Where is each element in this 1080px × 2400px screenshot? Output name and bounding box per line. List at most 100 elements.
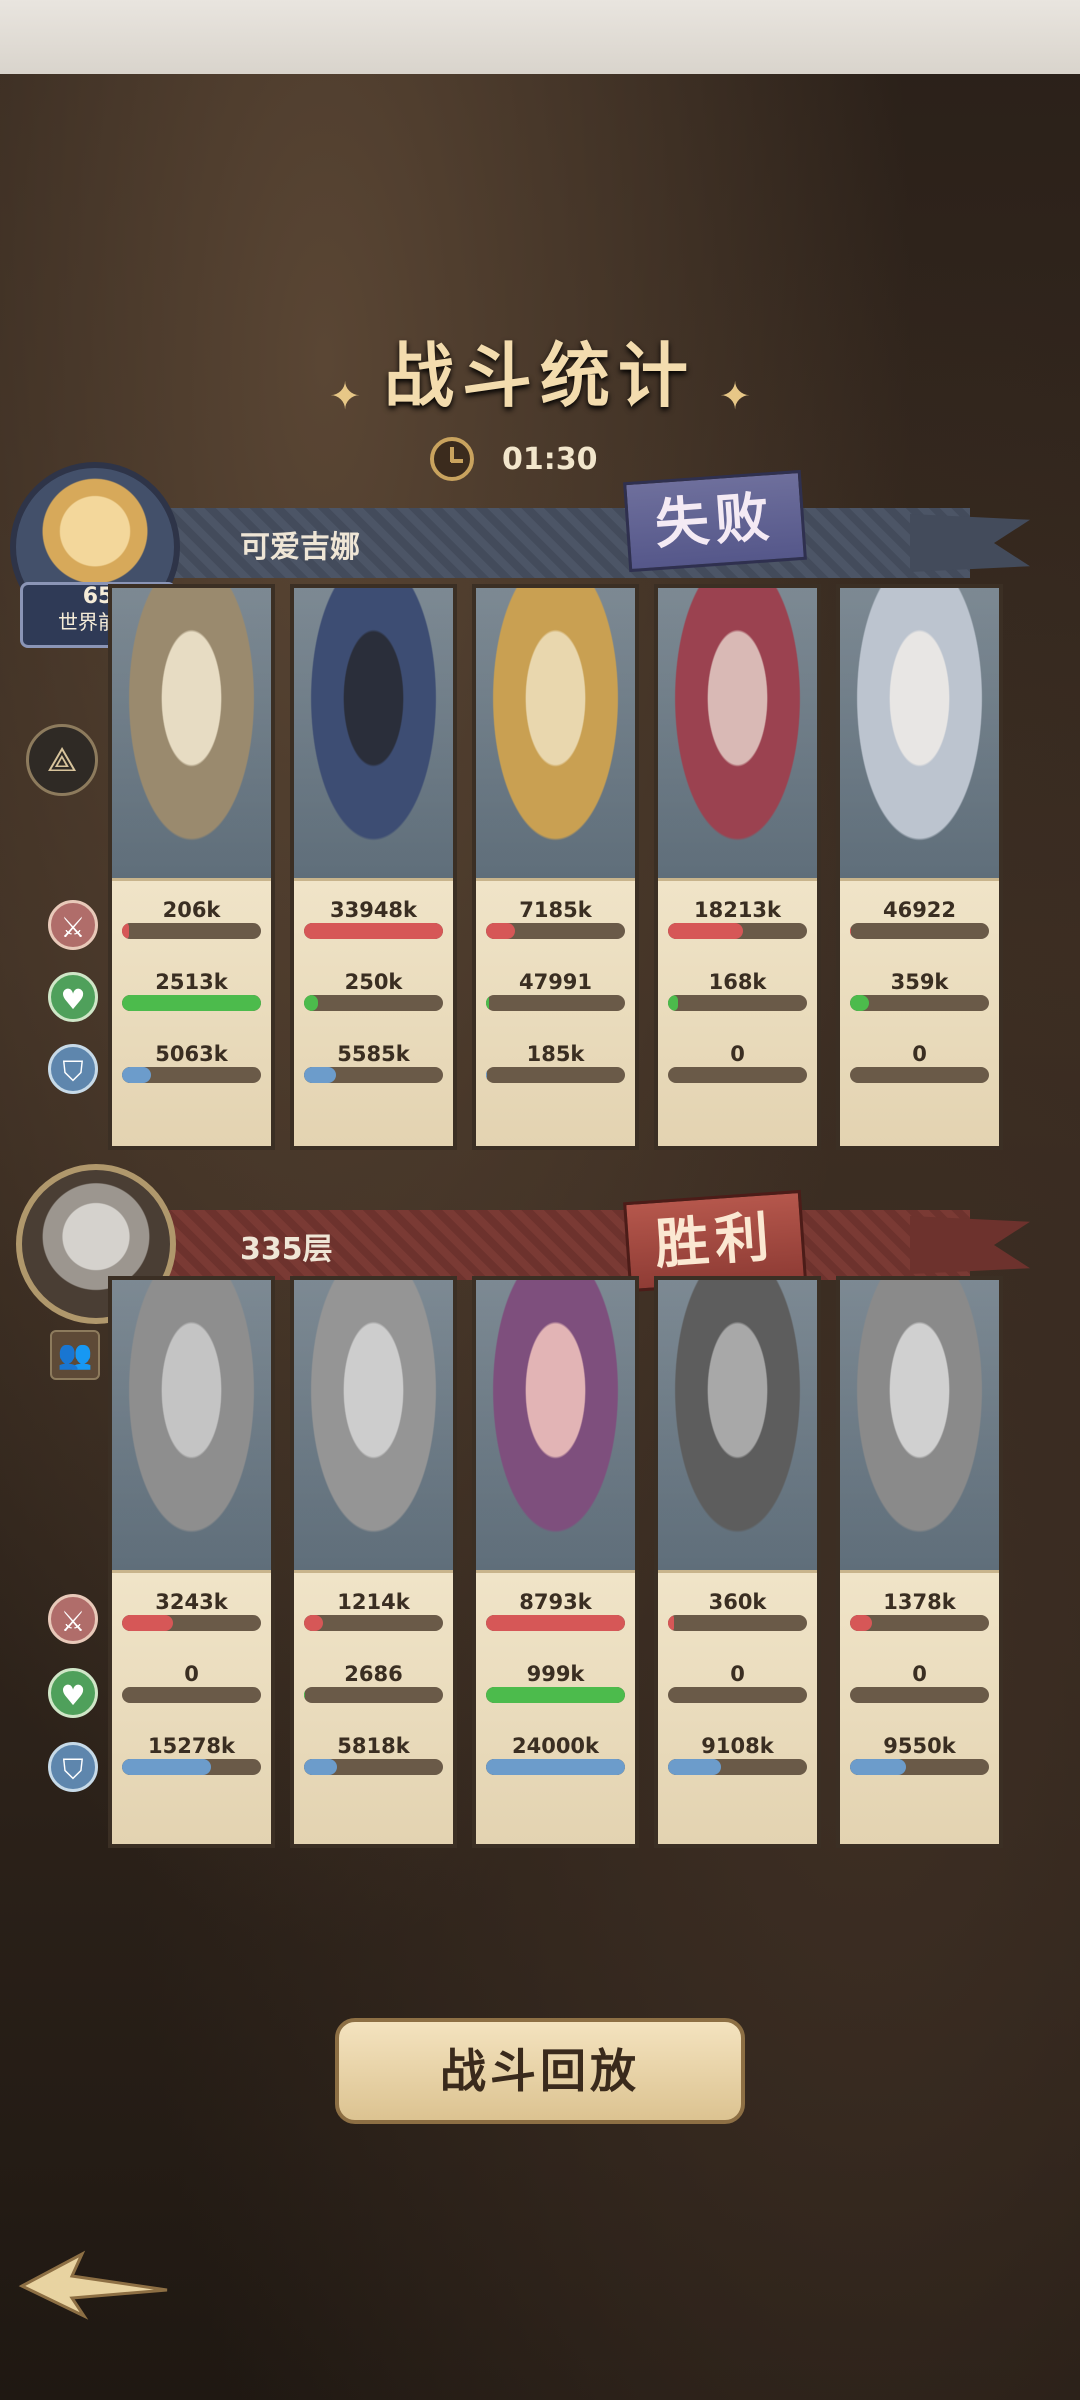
team-icon[interactable]: 👥	[50, 1330, 100, 1380]
defense-stat-bar-fill	[304, 1759, 338, 1775]
heal-stat-bar	[850, 995, 989, 1011]
hero-card[interactable]: 7185k 47991 185k	[472, 584, 639, 1150]
damage-stat-value: 1214k	[337, 1590, 410, 1614]
damage-stat-bar	[668, 923, 807, 939]
defense-stat: 0	[668, 1043, 807, 1083]
hero-portrait	[658, 588, 817, 878]
damage-stat-bar	[486, 1615, 625, 1631]
heal-stat-value: 359k	[890, 970, 949, 994]
heart-plus-icon: ♥	[48, 1668, 98, 1718]
defense-stat-bar-fill	[486, 1759, 625, 1775]
hero-card[interactable]: 33948k 250k 5585k	[290, 584, 457, 1150]
heal-stat-value: 47991	[518, 970, 593, 994]
defense-stat: 0	[850, 1043, 989, 1083]
heal-stat-value: 0	[730, 1662, 745, 1686]
heal-stat-value: 250k	[344, 970, 403, 994]
defense-stat-value: 5818k	[337, 1734, 410, 1758]
heal-stat: 0	[668, 1663, 807, 1703]
damage-stat-bar-fill	[668, 1615, 674, 1631]
damage-stat-value: 7185k	[519, 898, 592, 922]
team1-banner-tail	[910, 514, 1030, 572]
defense-stat-bar-fill	[122, 1067, 152, 1083]
hero-card[interactable]: 1378k 0 9550k	[836, 1276, 1003, 1848]
damage-stat: 206k	[122, 899, 261, 939]
damage-stat-value: 33948k	[329, 898, 418, 922]
sword-icon: ⚔	[48, 900, 98, 950]
hero-card[interactable]: 8793k 999k 24000k	[472, 1276, 639, 1848]
team2-banner: 335层	[150, 1210, 1030, 1280]
damage-stat-bar-fill	[122, 923, 129, 939]
damage-stat-bar	[668, 1615, 807, 1631]
sparkle-icon: ✦	[719, 373, 751, 418]
heal-stat-bar	[122, 995, 261, 1011]
title-area: ✦ 战斗统计 ✦	[0, 320, 1080, 421]
damage-stat-value: 1378k	[883, 1590, 956, 1614]
heal-stat-value: 168k	[708, 970, 767, 994]
damage-stat-bar	[486, 923, 625, 939]
timer-text: 01:30	[502, 441, 598, 477]
hero-stats: 1214k 2686 5818k	[294, 1570, 453, 1844]
hero-card[interactable]: 18213k 168k 0	[654, 584, 821, 1150]
heal-stat-value: 999k	[526, 1662, 585, 1686]
damage-stat-bar	[304, 923, 443, 939]
heal-stat-bar	[304, 995, 443, 1011]
defense-stat-value: 185k	[526, 1042, 585, 1066]
heal-stat-bar	[668, 995, 807, 1011]
clock-icon	[430, 437, 474, 481]
damage-stat: 3243k	[122, 1591, 261, 1631]
defense-stat-bar	[486, 1067, 625, 1083]
defense-stat-bar	[850, 1759, 989, 1775]
hero-portrait	[476, 588, 635, 878]
hero-stats: 18213k 168k 0	[658, 878, 817, 1146]
heal-stat-bar	[122, 1687, 261, 1703]
heal-stat: 250k	[304, 971, 443, 1011]
damage-stat-value: 8793k	[519, 1590, 592, 1614]
defense-stat-value: 5585k	[337, 1042, 410, 1066]
hero-card[interactable]: 206k 2513k 5063k	[108, 584, 275, 1150]
damage-stat-bar-fill	[486, 923, 516, 939]
defense-stat: 5063k	[122, 1043, 261, 1083]
defense-stat-bar-fill	[304, 1067, 336, 1083]
heal-stat: 359k	[850, 971, 989, 1011]
heal-stat: 2686	[304, 1663, 443, 1703]
hero-card[interactable]: 1214k 2686 5818k	[290, 1276, 457, 1848]
defense-stat-bar-fill	[486, 1067, 488, 1083]
defense-stat: 24000k	[486, 1735, 625, 1775]
damage-stat-bar-fill	[668, 923, 744, 939]
defense-stat: 185k	[486, 1043, 625, 1083]
heal-stat: 168k	[668, 971, 807, 1011]
heal-stat-bar	[668, 1687, 807, 1703]
hero-stats: 7185k 47991 185k	[476, 878, 635, 1146]
defense-stat: 5585k	[304, 1043, 443, 1083]
damage-stat-bar-fill	[850, 1615, 873, 1631]
hero-card[interactable]: 360k 0 9108k	[654, 1276, 821, 1848]
hero-card[interactable]: 46922 359k 0	[836, 584, 1003, 1150]
defense-stat-bar	[668, 1067, 807, 1083]
triangle-formation-icon[interactable]: ⟁	[26, 724, 98, 796]
defense-stat-value: 0	[730, 1042, 745, 1066]
back-arrow-icon[interactable]	[12, 2246, 172, 2322]
heal-stat: 999k	[486, 1663, 625, 1703]
shield-icon: ⛉	[48, 1044, 98, 1094]
hero-card[interactable]: 3243k 0 15278k	[108, 1276, 275, 1848]
hero-portrait	[294, 1280, 453, 1570]
damage-stat: 18213k	[668, 899, 807, 939]
defense-stat-value: 15278k	[147, 1734, 236, 1758]
heal-stat-value: 0	[912, 1662, 927, 1686]
heal-stat-bar-fill	[486, 1687, 625, 1703]
damage-stat-bar	[850, 923, 989, 939]
hero-portrait	[840, 1280, 999, 1570]
battle-replay-button[interactable]: 战斗回放	[335, 2018, 745, 2124]
defense-stat-bar-fill	[668, 1759, 721, 1775]
damage-stat: 8793k	[486, 1591, 625, 1631]
hero-stats: 46922 359k 0	[840, 878, 999, 1146]
hero-stats: 1378k 0 9550k	[840, 1570, 999, 1844]
defense-stat-bar	[304, 1067, 443, 1083]
defense-stat-bar	[486, 1759, 625, 1775]
shield-icon: ⛉	[48, 1742, 98, 1792]
defense-stat-bar-fill	[850, 1759, 906, 1775]
damage-stat: 46922	[850, 899, 989, 939]
damage-stat-value: 46922	[882, 898, 957, 922]
defense-stat-value: 5063k	[155, 1042, 228, 1066]
sparkle-icon: ✦	[329, 373, 361, 418]
